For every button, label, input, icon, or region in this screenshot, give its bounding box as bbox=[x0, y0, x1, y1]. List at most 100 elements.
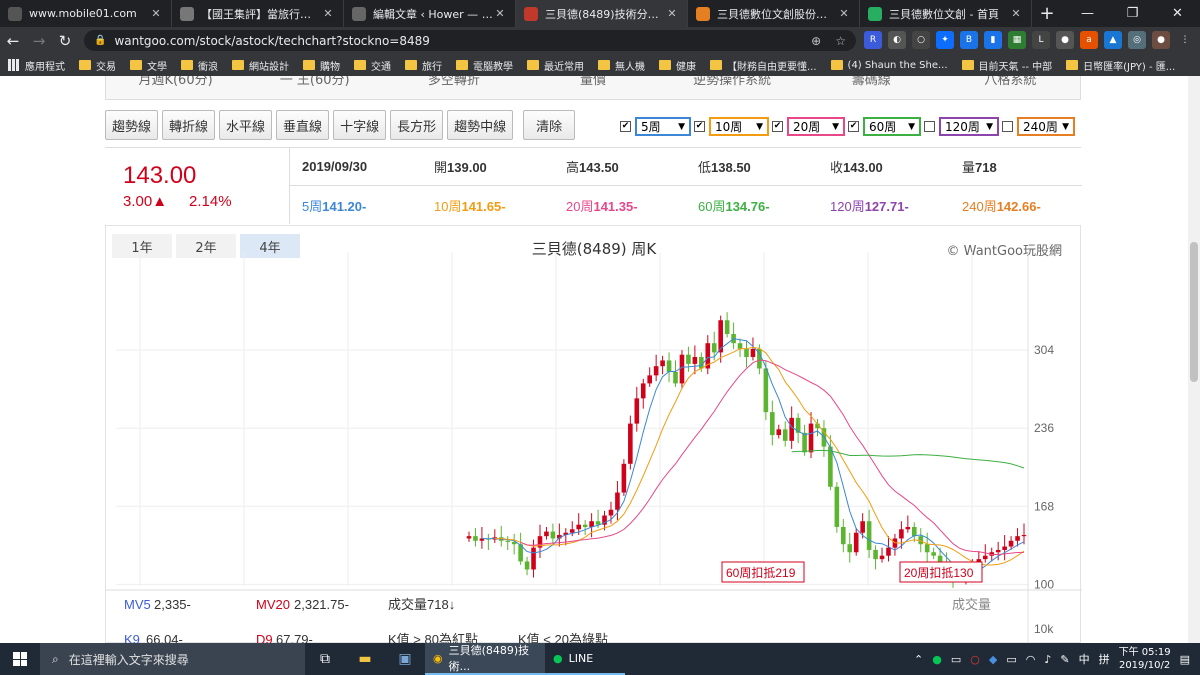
bookmark-item[interactable]: 健康 bbox=[659, 58, 696, 73]
extension-icon[interactable]: a bbox=[1080, 31, 1098, 49]
browser-tab[interactable]: www.mobile01.com ✕ bbox=[0, 0, 172, 27]
chart-type-item[interactable]: 量價 bbox=[523, 76, 662, 99]
bookmark-item[interactable]: 網站設計 bbox=[232, 58, 289, 73]
extension-icon[interactable]: ○ bbox=[912, 31, 930, 49]
task-view-icon[interactable]: ⧉ bbox=[305, 643, 345, 675]
drawing-tool-button[interactable]: 趨勢中線 bbox=[447, 110, 514, 140]
drawing-tool-button[interactable]: 趨勢線 bbox=[105, 110, 159, 140]
close-icon[interactable]: ✕ bbox=[1009, 7, 1023, 20]
bookmark-item[interactable]: 【財務自由更要懂... bbox=[710, 58, 817, 73]
start-button[interactable] bbox=[0, 643, 40, 675]
file-explorer-icon[interactable]: ▬ bbox=[345, 643, 385, 675]
drawing-tool-button[interactable]: 轉折線 bbox=[162, 110, 216, 140]
extension-icon[interactable]: ● bbox=[1056, 31, 1074, 49]
bookmark-item[interactable]: 目前天氣 -- 中部 bbox=[961, 58, 1052, 73]
extension-icon[interactable]: R bbox=[864, 31, 882, 49]
taskbar-app-line[interactable]: ● LINE bbox=[545, 643, 625, 675]
chart-type-item[interactable]: 逆勢操作系統 bbox=[663, 76, 802, 99]
taskbar-search[interactable]: ⌕ 在這裡輸入文字來搜尋 bbox=[40, 643, 305, 675]
zoom-icon[interactable]: ⊕ bbox=[811, 34, 821, 48]
close-icon[interactable]: ✕ bbox=[321, 7, 335, 20]
ma-checkbox[interactable] bbox=[924, 121, 935, 132]
bookmark-item[interactable]: 旅行 bbox=[405, 58, 442, 73]
bookmark-item[interactable]: 交易 bbox=[79, 58, 116, 73]
clock[interactable]: 下午 05:19 2019/10/2 bbox=[1119, 646, 1171, 672]
extension-icon[interactable]: ✦ bbox=[936, 31, 954, 49]
ma-checkbox[interactable]: ✔ bbox=[848, 121, 859, 132]
ma-checkbox[interactable] bbox=[1002, 121, 1013, 132]
browser-tab[interactable]: 三貝德數位文創 - 首頁 ✕ bbox=[860, 0, 1032, 27]
extension-icon[interactable]: ▮ bbox=[984, 31, 1002, 49]
close-icon[interactable]: ✕ bbox=[149, 7, 163, 20]
extension-icon[interactable]: B bbox=[960, 31, 978, 49]
network-icon[interactable]: ▭ bbox=[951, 653, 961, 666]
scrollbar[interactable] bbox=[1188, 76, 1200, 643]
maximize-icon[interactable]: ❐ bbox=[1110, 0, 1155, 27]
chart-type-item[interactable]: 籌碼線 bbox=[802, 76, 941, 99]
app-icon[interactable]: ▣ bbox=[385, 643, 425, 675]
url-field[interactable]: 🔒 wantgoo.com/stock/astock/techchart?sto… bbox=[84, 30, 856, 51]
ma-period-select[interactable]: 5周 ▼ bbox=[635, 117, 691, 136]
scrollbar-thumb[interactable] bbox=[1190, 242, 1198, 382]
ma-period-select[interactable]: 10周 ▼ bbox=[709, 117, 769, 136]
drawing-tool-button[interactable]: 水平線 bbox=[219, 110, 273, 140]
notification-icon[interactable]: ▤ bbox=[1180, 653, 1190, 666]
bookmark-item[interactable]: 文學 bbox=[130, 58, 167, 73]
bookmark-item[interactable]: 無人機 bbox=[598, 58, 645, 73]
close-icon[interactable]: ✕ bbox=[837, 7, 851, 20]
chart-type-item[interactable]: 多空轉折 bbox=[384, 76, 523, 99]
browser-tab[interactable]: 【國王集評】當旅行家遇上... ✕ bbox=[172, 0, 344, 27]
ma-period-select[interactable]: 120周 ▼ bbox=[939, 117, 999, 136]
ma-period-select[interactable]: 240周 ▼ bbox=[1017, 117, 1075, 136]
dropbox-icon[interactable]: ◆ bbox=[989, 653, 997, 666]
new-tab-button[interactable]: + bbox=[1032, 0, 1062, 27]
extension-icon[interactable]: ▲ bbox=[1104, 31, 1122, 49]
drawing-tool-button[interactable]: 長方形 bbox=[390, 110, 444, 140]
chevron-up-icon[interactable]: ⌃ bbox=[914, 653, 923, 666]
extension-icon[interactable]: L bbox=[1032, 31, 1050, 49]
volume-icon[interactable]: ♪ bbox=[1044, 653, 1051, 666]
chart-type-item[interactable]: 一 王(60分) bbox=[245, 76, 384, 99]
minimize-icon[interactable]: — bbox=[1065, 0, 1110, 27]
browser-tab[interactable]: 三貝德數位文創股份有限公司 ✕ bbox=[688, 0, 860, 27]
bookmark-item[interactable]: 最近常用 bbox=[527, 58, 584, 73]
price-chart[interactable]: 304 236 168 100 60周扣抵219 20周扣抵130 MV5 2,335- MV2… bbox=[106, 226, 1082, 643]
bookmark-item[interactable]: 日幣匯率(JPY) - 匯... bbox=[1066, 58, 1175, 73]
bookmark-item[interactable]: 交通 bbox=[354, 58, 391, 73]
extension-icon[interactable]: ▦ bbox=[1008, 31, 1026, 49]
close-icon[interactable]: ✕ bbox=[665, 7, 679, 20]
bookmark-item[interactable]: 購物 bbox=[303, 58, 340, 73]
bookmark-star-icon[interactable]: ☆ bbox=[835, 34, 846, 48]
forward-button[interactable]: → bbox=[26, 29, 52, 53]
close-icon[interactable]: ✕ bbox=[493, 7, 507, 20]
extension-icon[interactable]: ◐ bbox=[888, 31, 906, 49]
bookmark-item[interactable]: 衝浪 bbox=[181, 58, 218, 73]
ma-period-select[interactable]: 60周 ▼ bbox=[863, 117, 921, 136]
menu-dots-icon[interactable]: ⋮ bbox=[1176, 31, 1194, 49]
wifi-icon[interactable]: ◠ bbox=[1026, 653, 1036, 666]
battery-icon[interactable]: ▭ bbox=[1006, 653, 1016, 666]
drawing-tool-button[interactable]: 十字線 bbox=[333, 110, 387, 140]
reload-button[interactable]: ↻ bbox=[52, 29, 78, 53]
extension-icon[interactable]: ◎ bbox=[1128, 31, 1146, 49]
opera-icon[interactable]: ○ bbox=[970, 653, 980, 666]
ma-period-select[interactable]: 20周 ▼ bbox=[787, 117, 845, 136]
line-tray-icon[interactable]: ● bbox=[932, 653, 942, 666]
ma-checkbox[interactable]: ✔ bbox=[694, 121, 705, 132]
taskbar-app-chrome[interactable]: ◉ 三貝德(8489)技術... bbox=[425, 643, 545, 675]
back-button[interactable]: ← bbox=[0, 29, 26, 53]
ime-icon[interactable]: 中 bbox=[1079, 651, 1090, 667]
pen-icon[interactable]: ✎ bbox=[1060, 653, 1069, 666]
clear-button[interactable]: 清除 bbox=[523, 110, 576, 140]
browser-tab[interactable]: 編輯文章 ‹ Hower — WordP ✕ bbox=[344, 0, 516, 27]
bookmark-item[interactable]: 電腦教學 bbox=[456, 58, 513, 73]
bookmark-item[interactable]: (4) Shaun the She... bbox=[830, 60, 948, 71]
chart-type-item[interactable]: 月週K(60分) bbox=[106, 76, 245, 99]
ma-checkbox[interactable]: ✔ bbox=[620, 121, 631, 132]
chart-type-item[interactable]: 八格系統 bbox=[941, 76, 1080, 99]
browser-tab[interactable]: 三貝德(8489)技術分析 | 台股 ✕ bbox=[516, 0, 688, 27]
drawing-tool-button[interactable]: 垂直線 bbox=[276, 110, 330, 140]
ime-mode-icon[interactable]: 拼 bbox=[1099, 651, 1110, 667]
bookmark-item[interactable]: 應用程式 bbox=[8, 58, 65, 73]
close-window-icon[interactable]: ✕ bbox=[1155, 0, 1200, 27]
